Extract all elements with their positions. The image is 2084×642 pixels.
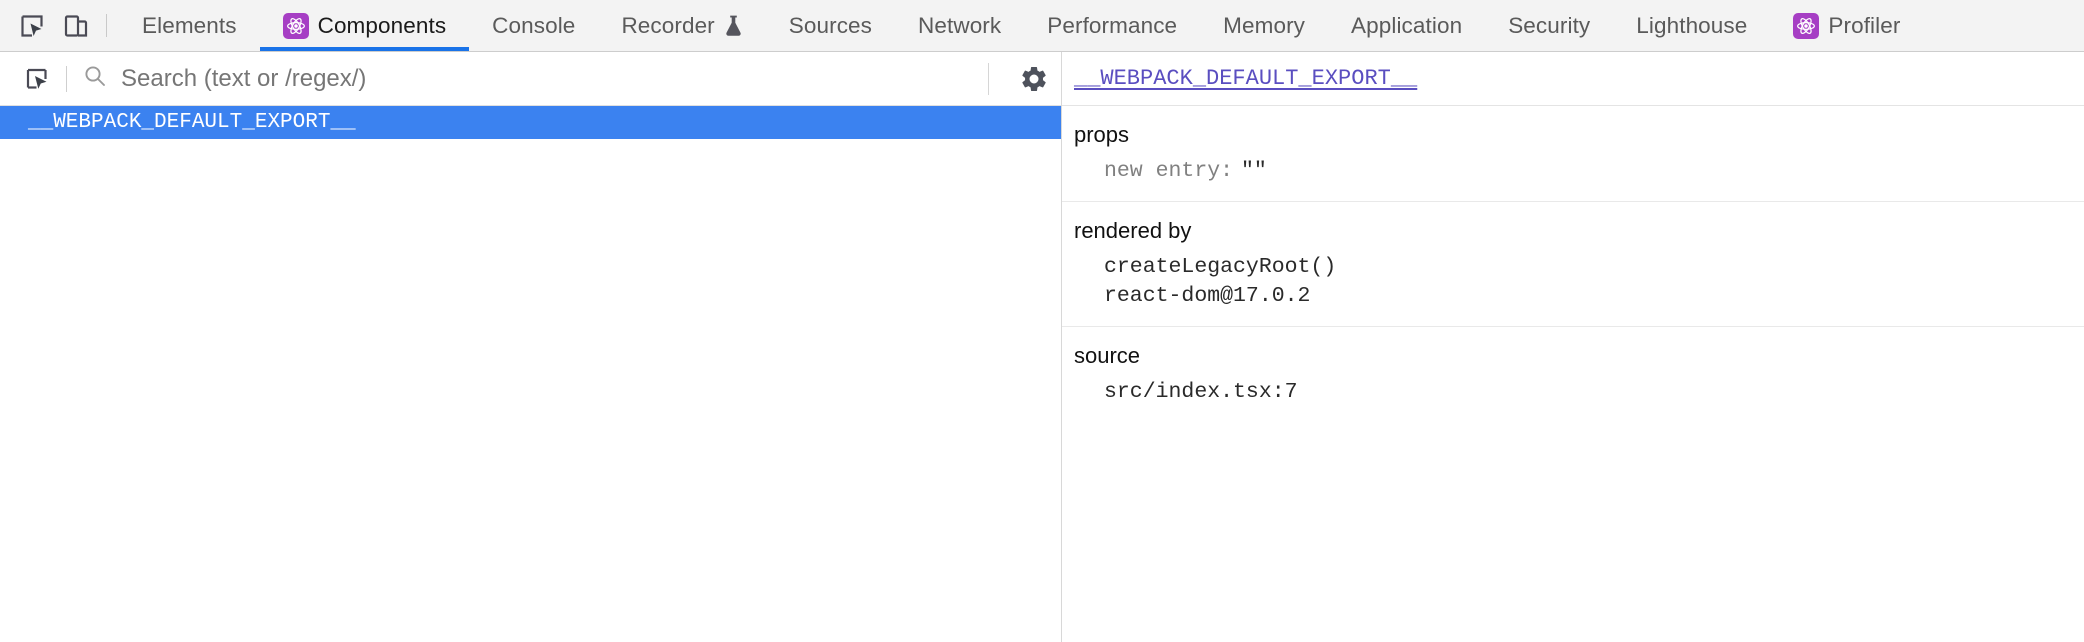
tree-row-label: __WEBPACK_DEFAULT_EXPORT__ xyxy=(28,111,356,134)
source-row[interactable]: src/index.tsx:7 xyxy=(1074,378,2084,406)
tab-memory[interactable]: Memory xyxy=(1200,0,1328,51)
section-title: rendered by xyxy=(1074,218,2084,244)
gear-divider xyxy=(988,63,989,95)
search-field-group xyxy=(75,52,988,105)
component-inspector-pane: __WEBPACK_DEFAULT_EXPORT__ props new ent… xyxy=(1062,52,2084,642)
tab-components[interactable]: Components xyxy=(260,0,470,51)
rendered-by-row[interactable]: createLegacyRoot() xyxy=(1074,253,2084,281)
tab-sources[interactable]: Sources xyxy=(766,0,895,51)
tab-recorder[interactable]: Recorder xyxy=(598,0,765,51)
tab-elements[interactable]: Elements xyxy=(119,0,260,51)
tab-label: Security xyxy=(1508,13,1590,39)
tab-label: Components xyxy=(318,13,447,39)
components-search-toolbar xyxy=(0,52,1061,106)
prop-key: new entry xyxy=(1104,159,1220,183)
prop-row-new-entry[interactable]: new entry: "" xyxy=(1074,157,2084,185)
components-panel: __WEBPACK_DEFAULT_EXPORT__ __WEBPACK_DEF… xyxy=(0,52,2084,642)
tree-row-webpack-default-export[interactable]: __WEBPACK_DEFAULT_EXPORT__ xyxy=(0,106,1061,139)
tab-security[interactable]: Security xyxy=(1485,0,1613,51)
tab-label: Application xyxy=(1351,13,1462,39)
tab-label: Lighthouse xyxy=(1636,13,1747,39)
tab-label: Elements xyxy=(142,13,237,39)
inspector-body: props new entry: "" rendered by createLeg… xyxy=(1062,106,2084,642)
tab-console[interactable]: Console xyxy=(469,0,598,51)
tab-lighthouse[interactable]: Lighthouse xyxy=(1613,0,1770,51)
tab-label: Memory xyxy=(1223,13,1305,39)
prop-colon: : xyxy=(1220,159,1233,183)
inspector-section-source: source src/index.tsx:7 xyxy=(1062,327,2084,422)
search-icon xyxy=(83,64,107,93)
react-atom-icon xyxy=(1793,13,1819,39)
section-title: source xyxy=(1074,343,2084,369)
inspect-element-icon[interactable] xyxy=(10,0,54,51)
tab-performance[interactable]: Performance xyxy=(1024,0,1200,51)
tab-label: Sources xyxy=(789,13,872,39)
rendered-by-row[interactable]: react-dom@17.0.2 xyxy=(1074,282,2084,310)
search-toolbar-divider xyxy=(66,66,67,92)
pointer-select-icon[interactable] xyxy=(14,66,60,92)
device-toggle-icon[interactable] xyxy=(54,0,98,51)
component-tree-pane: __WEBPACK_DEFAULT_EXPORT__ xyxy=(0,52,1062,642)
section-title: props xyxy=(1074,122,2084,148)
tab-label: Performance xyxy=(1047,13,1177,39)
inspector-title[interactable]: __WEBPACK_DEFAULT_EXPORT__ xyxy=(1074,66,1417,91)
search-input[interactable] xyxy=(121,65,988,93)
search-toolbar-right xyxy=(988,52,1061,105)
tab-label: Console xyxy=(492,13,575,39)
tab-label: Recorder xyxy=(621,13,714,39)
component-tree[interactable]: __WEBPACK_DEFAULT_EXPORT__ xyxy=(0,106,1061,642)
tab-list: Elements Components Console Recorder xyxy=(119,0,1923,51)
gear-icon[interactable] xyxy=(1007,64,1061,94)
tab-profiler[interactable]: Profiler xyxy=(1770,0,1923,51)
flask-icon xyxy=(724,14,743,37)
devtools-window: Elements Components Console Recorder xyxy=(0,0,2084,642)
inspector-header: __WEBPACK_DEFAULT_EXPORT__ xyxy=(1062,52,2084,106)
inspector-section-props: props new entry: "" xyxy=(1062,106,2084,202)
prop-value[interactable]: "" xyxy=(1241,159,1267,183)
tab-application[interactable]: Application xyxy=(1328,0,1485,51)
inspector-section-rendered-by: rendered by createLegacyRoot() react-dom… xyxy=(1062,202,2084,327)
tab-label: Profiler xyxy=(1828,13,1900,39)
react-atom-icon xyxy=(283,13,309,39)
toolbar-divider xyxy=(106,14,107,37)
devtools-tabbar: Elements Components Console Recorder xyxy=(0,0,2084,52)
tab-label: Network xyxy=(918,13,1001,39)
tab-network[interactable]: Network xyxy=(895,0,1024,51)
